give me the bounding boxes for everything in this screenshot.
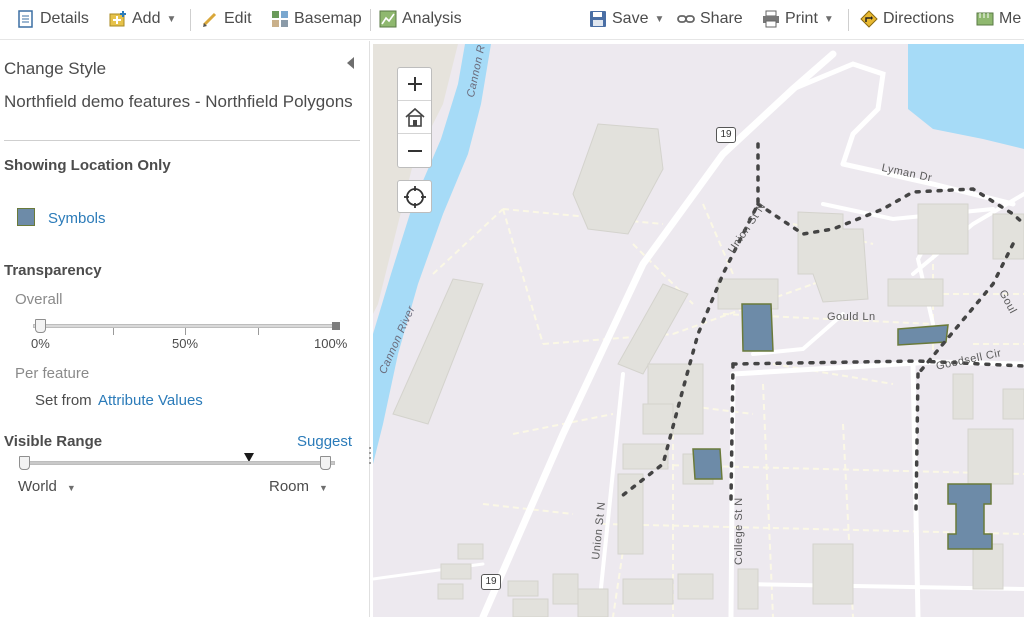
range-max-dropdown[interactable]: Room ▼ bbox=[269, 478, 328, 495]
measure-label: Me bbox=[999, 10, 1022, 27]
set-from-text: Set from bbox=[35, 392, 92, 409]
toolbar-divider bbox=[848, 9, 849, 31]
main-toolbar: Details Add ▼ Edit Basemap Analysis Save… bbox=[0, 0, 1024, 40]
directions-icon bbox=[860, 10, 878, 28]
symbols-link[interactable]: Symbols bbox=[48, 210, 106, 227]
slider-tick bbox=[185, 328, 186, 335]
showing-heading: Showing Location Only bbox=[4, 157, 171, 174]
toolbar-divider bbox=[190, 9, 191, 31]
basemap-icon bbox=[271, 10, 289, 28]
add-button[interactable]: Add ▼ bbox=[109, 8, 176, 30]
tick-label: 50% bbox=[172, 336, 199, 351]
chevron-down-icon: ▼ bbox=[654, 13, 665, 25]
basemap-label: Basemap bbox=[294, 10, 362, 27]
range-min-handle[interactable] bbox=[19, 456, 30, 470]
save-label: Save bbox=[612, 10, 649, 27]
directions-button[interactable]: Directions bbox=[860, 8, 954, 30]
floppy-disk-icon bbox=[589, 10, 607, 28]
basemap-button[interactable]: Basemap bbox=[271, 8, 362, 30]
directions-label: Directions bbox=[883, 10, 955, 27]
share-label: Share bbox=[700, 10, 743, 27]
slider-tick bbox=[258, 328, 259, 335]
feature-polygon[interactable] bbox=[692, 448, 723, 480]
visible-range-heading: Visible Range bbox=[4, 433, 103, 450]
home-icon bbox=[404, 107, 425, 127]
analysis-icon bbox=[379, 10, 397, 28]
street-label: College St N bbox=[733, 497, 745, 565]
plus-icon bbox=[407, 77, 422, 91]
lake bbox=[908, 44, 1024, 149]
zoom-in-button[interactable] bbox=[398, 68, 431, 101]
panel-resize-handle[interactable] bbox=[369, 447, 372, 467]
link-icon bbox=[677, 10, 695, 28]
analysis-button[interactable]: Analysis bbox=[379, 8, 462, 30]
chevron-down-icon: ▼ bbox=[319, 483, 328, 493]
range-max-value: Room bbox=[269, 478, 310, 495]
print-label: Print bbox=[785, 10, 818, 27]
analysis-label: Analysis bbox=[402, 10, 462, 27]
tick-label: 0% bbox=[31, 336, 50, 351]
feature-polygon[interactable] bbox=[897, 324, 949, 346]
home-button[interactable] bbox=[398, 101, 431, 134]
layer-name: Northfield demo features - Northfield Po… bbox=[4, 92, 353, 111]
chevron-down-icon: ▼ bbox=[66, 483, 76, 493]
details-icon bbox=[17, 10, 35, 28]
symbol-swatch[interactable] bbox=[17, 208, 35, 226]
measure-button[interactable]: Me bbox=[976, 8, 1021, 30]
footpaths bbox=[432, 203, 1024, 617]
slider-end bbox=[332, 322, 340, 330]
minus-icon bbox=[407, 149, 422, 152]
zoom-controls bbox=[397, 67, 432, 168]
buildings bbox=[392, 123, 1024, 617]
route-shield: 19 bbox=[716, 127, 736, 143]
slider-track bbox=[20, 461, 335, 465]
divider bbox=[4, 140, 360, 141]
add-label: Add bbox=[132, 10, 161, 27]
slider-tick bbox=[113, 328, 114, 335]
basemap-canvas bbox=[373, 44, 1024, 617]
tick-label: 100% bbox=[314, 336, 348, 351]
share-button[interactable]: Share bbox=[677, 8, 743, 30]
add-icon bbox=[109, 10, 127, 28]
locate-button[interactable] bbox=[397, 180, 432, 213]
collapse-panel-icon[interactable] bbox=[347, 57, 354, 69]
trail bbox=[616, 142, 1024, 511]
toolbar-divider bbox=[370, 9, 371, 31]
chevron-down-icon: ▼ bbox=[823, 13, 834, 25]
map-view[interactable]: Cannon R Cannon River Lyman Dr Union St … bbox=[373, 44, 1024, 617]
print-button[interactable]: Print ▼ bbox=[762, 8, 834, 30]
chevron-down-icon: ▼ bbox=[166, 13, 177, 25]
printer-icon bbox=[762, 10, 780, 28]
change-style-panel: Change Style Northfield demo features - … bbox=[0, 41, 370, 617]
pencil-icon bbox=[201, 10, 219, 28]
details-button[interactable]: Details bbox=[17, 8, 89, 30]
range-min-dropdown[interactable]: World ▼ bbox=[18, 478, 76, 495]
details-label: Details bbox=[40, 10, 89, 27]
range-min-value: World bbox=[18, 478, 57, 495]
edit-button[interactable]: Edit bbox=[201, 8, 252, 30]
suggest-link[interactable]: Suggest bbox=[297, 433, 352, 450]
per-feature-label: Per feature bbox=[15, 365, 90, 382]
panel-title: Change Style bbox=[4, 59, 107, 78]
save-button[interactable]: Save ▼ bbox=[589, 8, 664, 30]
transparency-heading: Transparency bbox=[4, 262, 102, 279]
ruler-icon bbox=[976, 10, 994, 28]
attribute-values-link[interactable]: Attribute Values bbox=[98, 392, 203, 409]
crosshair-icon bbox=[403, 185, 426, 208]
street-label: Gould Ln bbox=[827, 311, 876, 323]
feature-polygon[interactable] bbox=[741, 303, 774, 352]
feature-polygon[interactable] bbox=[947, 483, 993, 550]
route-shield: 19 bbox=[481, 574, 501, 590]
zoom-out-button[interactable] bbox=[398, 134, 431, 167]
overall-label: Overall bbox=[15, 291, 63, 308]
range-max-handle[interactable] bbox=[320, 456, 331, 470]
edit-label: Edit bbox=[224, 10, 252, 27]
slider-handle[interactable] bbox=[35, 319, 46, 333]
